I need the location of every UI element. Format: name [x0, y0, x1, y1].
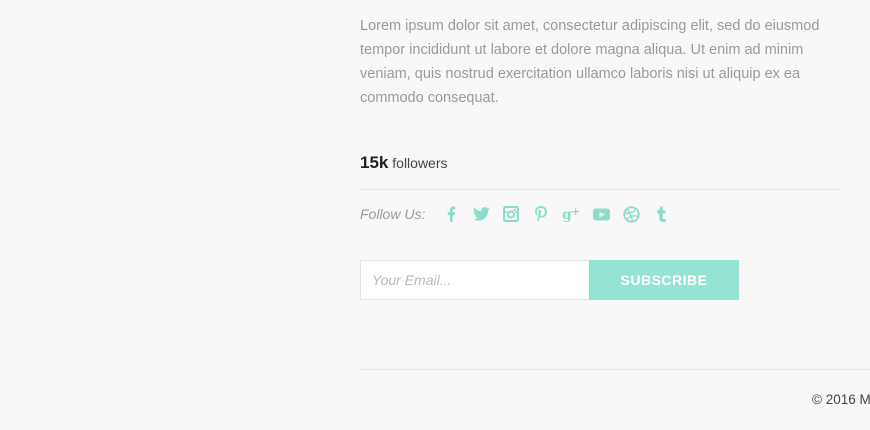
pinterest-icon[interactable] [531, 204, 551, 224]
twitter-icon[interactable] [471, 204, 491, 224]
followers-label: followers [392, 155, 448, 171]
dribbble-icon[interactable] [621, 204, 641, 224]
google-plus-icon[interactable]: g + [561, 204, 581, 224]
subscribe-form: SUBSCRIBE [360, 260, 739, 300]
email-input[interactable] [360, 260, 589, 300]
about-text: Lorem ipsum dolor sit amet, consectetur … [360, 18, 820, 106]
footer-divider [360, 369, 870, 370]
followers-stat: 15k followers [360, 150, 448, 176]
follow-us-label: Follow Us: [360, 206, 426, 222]
instagram-icon[interactable] [501, 204, 521, 224]
subscribe-button[interactable]: SUBSCRIBE [589, 260, 739, 300]
facebook-icon[interactable] [441, 204, 461, 224]
copyright-text: © 2016 M [812, 392, 870, 407]
page: Lorem ipsum dolor sit amet, consectetur … [0, 0, 870, 430]
svg-text:+: + [571, 206, 580, 218]
divider [360, 189, 840, 190]
youtube-icon[interactable] [591, 204, 611, 224]
social-links: g + [441, 204, 681, 224]
tumblr-icon[interactable] [651, 204, 671, 224]
followers-count: 15k [360, 153, 389, 172]
follow-us-row: Follow Us: g + [360, 203, 681, 225]
